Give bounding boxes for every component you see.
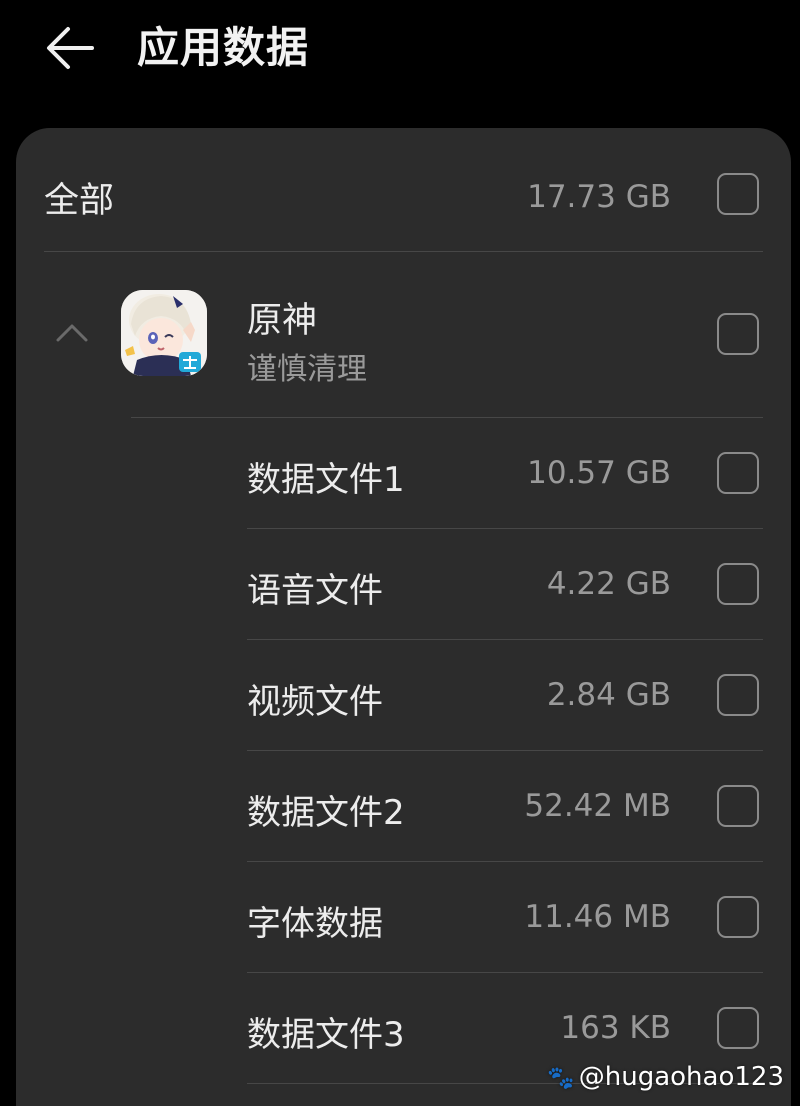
arrow-left-icon — [47, 27, 94, 69]
back-button[interactable] — [40, 20, 100, 76]
item-label: 字体数据 — [247, 904, 383, 944]
app-group-row[interactable]: 原神 谨慎清理 — [16, 252, 791, 418]
watermark: 🐾 @hugaohao123 — [547, 1062, 784, 1092]
page-title: 应用数据 — [137, 23, 310, 72]
item-checkbox[interactable] — [717, 563, 759, 605]
item-size: 2.84 GB — [546, 677, 671, 713]
item-label: 数据文件1 — [247, 460, 405, 500]
item-checkbox[interactable] — [717, 1007, 759, 1049]
list-item[interactable]: 语音文件 4.22 GB — [16, 529, 791, 640]
list-item[interactable]: 视频文件 2.84 GB — [16, 640, 791, 751]
item-checkbox[interactable] — [717, 674, 759, 716]
list-item[interactable]: 数据文件2 52.42 MB — [16, 751, 791, 862]
select-all-checkbox[interactable] — [717, 173, 759, 215]
app-name: 原神 — [247, 301, 318, 341]
item-label: 语音文件 — [247, 571, 383, 611]
app-data-card: 全部 17.73 GB 原神 谨慎清理 数据文件1 10.57 GB 语音文件 … — [16, 128, 791, 1106]
item-size: 10.57 GB — [527, 455, 671, 491]
select-all-row[interactable]: 全部 17.73 GB — [16, 128, 791, 252]
item-label: 数据文件3 — [247, 1015, 405, 1055]
collapse-button[interactable] — [54, 318, 90, 348]
total-size: 17.73 GB — [527, 179, 671, 215]
item-checkbox[interactable] — [717, 452, 759, 494]
paw-icon: 🐾 — [547, 1066, 575, 1091]
item-checkbox[interactable] — [717, 896, 759, 938]
app-data-screen: 应用数据 全部 17.73 GB 原神 谨慎清理 数据文件1 10.57 GB … — [0, 0, 800, 1106]
list-item[interactable]: 字体数据 11.46 MB — [16, 862, 791, 973]
item-size: 52.42 MB — [524, 788, 671, 824]
item-label: 视频文件 — [247, 682, 383, 722]
item-label: 数据文件2 — [247, 793, 405, 833]
app-checkbox[interactable] — [717, 313, 759, 355]
chevron-up-icon — [56, 324, 88, 342]
list-item[interactable]: 数据文件1 10.57 GB — [16, 418, 791, 529]
item-size: 4.22 GB — [546, 566, 671, 602]
watermark-text: @hugaohao123 — [578, 1062, 784, 1092]
item-size: 163 KB — [560, 1010, 671, 1046]
top-app-bar: 应用数据 — [0, 0, 800, 110]
app-caution-label: 谨慎清理 — [247, 352, 367, 387]
app-avatar-icon — [121, 290, 207, 376]
item-checkbox[interactable] — [717, 785, 759, 827]
select-all-label: 全部 — [44, 181, 115, 221]
item-size: 11.46 MB — [524, 899, 671, 935]
